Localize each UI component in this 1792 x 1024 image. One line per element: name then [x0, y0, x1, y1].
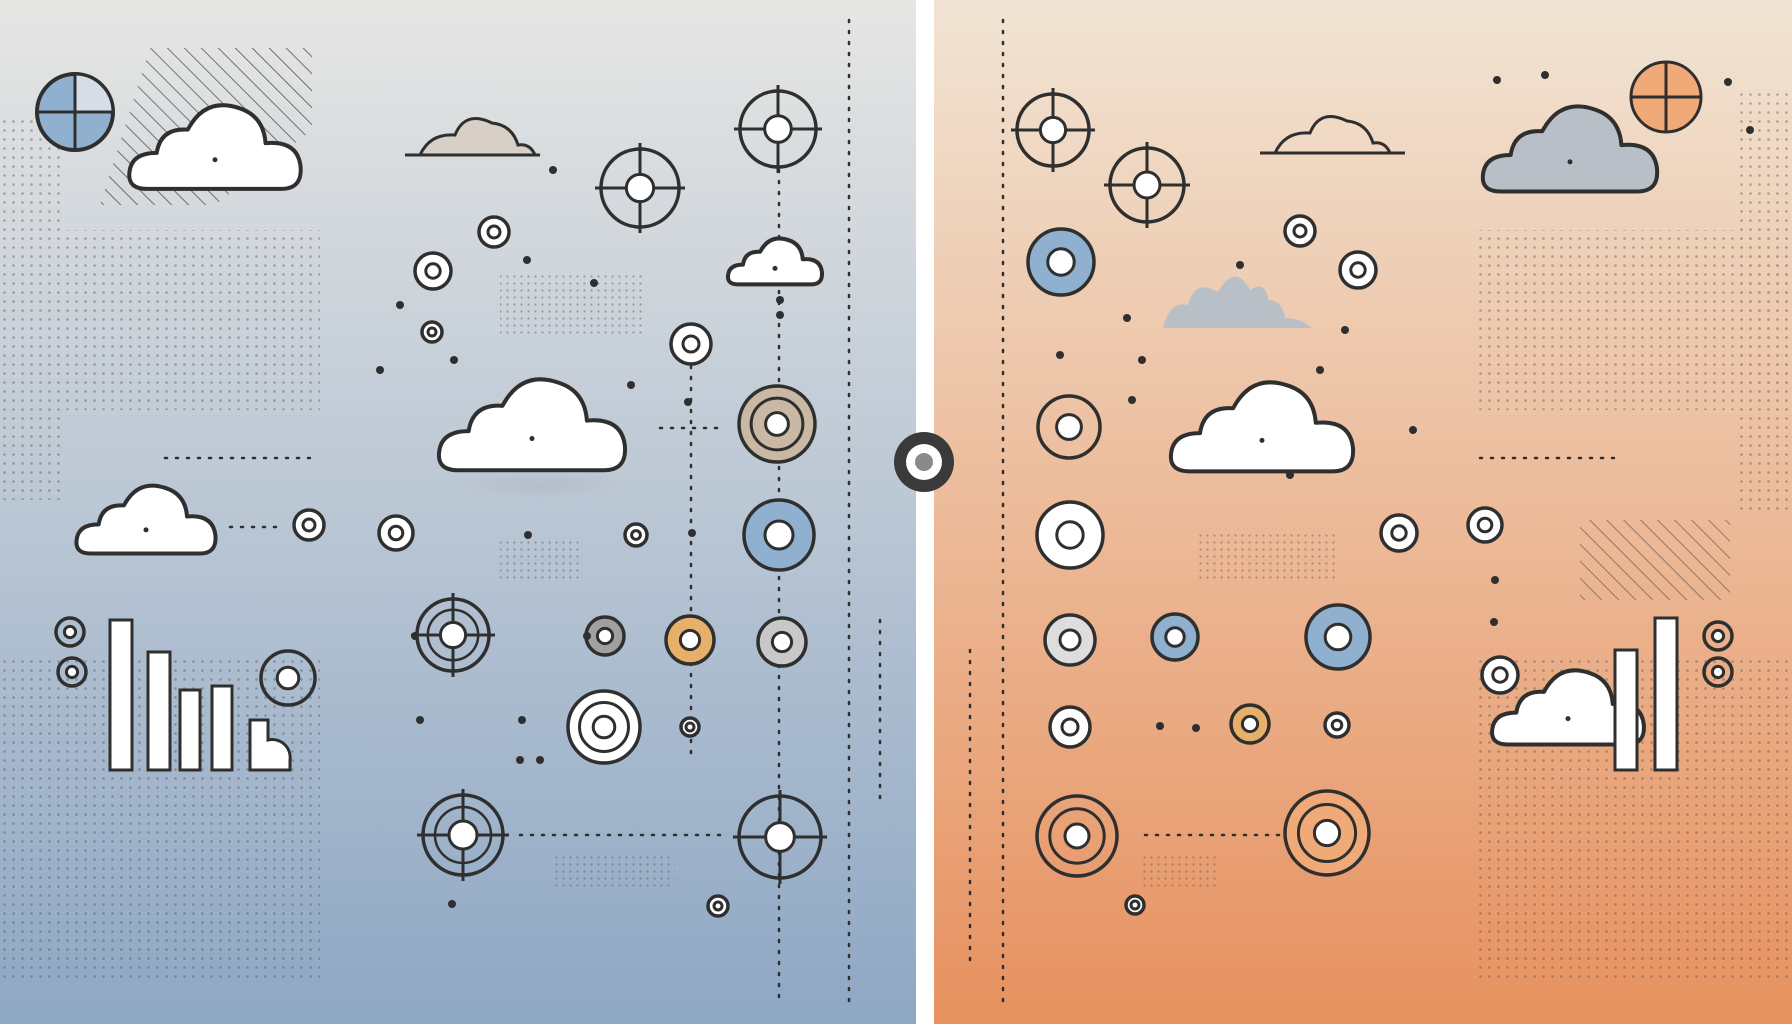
dot-icon: [627, 381, 635, 389]
dot-icon: [1286, 471, 1294, 479]
dot-icon: [1192, 724, 1200, 732]
panel-divider: [916, 0, 934, 1024]
target-icon: [420, 320, 444, 344]
target-icon: [742, 498, 816, 572]
dot-icon: [1156, 722, 1164, 730]
target-icon: [1304, 603, 1372, 671]
target-icon: [1150, 612, 1200, 662]
dot-icon: [1490, 618, 1498, 626]
dot-icon: [518, 716, 526, 724]
dot-icon: [1128, 396, 1136, 404]
dot-icon: [776, 296, 784, 304]
dot-icon: [1724, 78, 1732, 86]
dot-icon: [536, 756, 544, 764]
dot-icon: [524, 531, 532, 539]
hatch-pattern: [1580, 520, 1730, 600]
dot-icon: [1123, 314, 1131, 322]
dot-icon: [549, 166, 557, 174]
target-icon: [706, 894, 730, 918]
target-icon: [1338, 250, 1378, 290]
dot-icon: [376, 366, 384, 374]
dot-icon: [1236, 261, 1244, 269]
target-icon: [1026, 227, 1096, 297]
target-icon: [377, 514, 415, 552]
pie-chart-icon: [1629, 60, 1703, 134]
split-illustration: [0, 0, 1792, 1024]
target-icon: [477, 215, 511, 249]
target-icon: [664, 614, 716, 666]
dot-icon: [688, 529, 696, 537]
dot-icon: [684, 398, 692, 406]
target-icon: [1480, 655, 1520, 695]
target-icon: [1379, 513, 1419, 553]
target-icon: [1043, 613, 1097, 667]
dot-icon: [1493, 76, 1501, 84]
target-icon: [679, 716, 701, 738]
dot-icon: [450, 356, 458, 364]
dot-icon: [1138, 356, 1146, 364]
target-icon: [1323, 711, 1351, 739]
dot-icon: [516, 756, 524, 764]
target-icon: [1283, 789, 1371, 877]
target-icon: [292, 508, 326, 542]
target-icon: [1466, 506, 1504, 544]
dot-icon: [448, 900, 456, 908]
target-icon: [669, 322, 713, 366]
target-icon: [413, 251, 453, 291]
target-icon: [1035, 794, 1119, 878]
target-icon: [566, 689, 642, 765]
dot-icon: [1541, 71, 1549, 79]
target-icon: [1229, 703, 1271, 745]
toggle-knob-icon[interactable]: [894, 432, 954, 492]
dot-icon: [1491, 576, 1499, 584]
dot-icon: [1316, 366, 1324, 374]
target-icon: [756, 616, 808, 668]
dot-icon: [1341, 326, 1349, 334]
dot-icon: [416, 716, 424, 724]
dot-icon: [523, 256, 531, 264]
dot-icon: [776, 311, 784, 319]
dot-icon: [583, 632, 591, 640]
pie-chart-icon: [35, 72, 115, 152]
target-icon: [1283, 214, 1317, 248]
illustration-canvas: [0, 0, 1792, 1024]
dot-icon: [1746, 126, 1754, 134]
target-icon: [1035, 500, 1105, 570]
dot-icon: [590, 279, 598, 287]
target-icon: [737, 384, 817, 464]
target-icon: [584, 615, 626, 657]
dot-icon: [396, 301, 404, 309]
dot-icon: [1409, 426, 1417, 434]
target-icon: [1048, 705, 1092, 749]
target-icon: [1124, 894, 1146, 916]
target-icon: [623, 522, 649, 548]
dot-icon: [1056, 351, 1064, 359]
dot-icon: [411, 632, 419, 640]
